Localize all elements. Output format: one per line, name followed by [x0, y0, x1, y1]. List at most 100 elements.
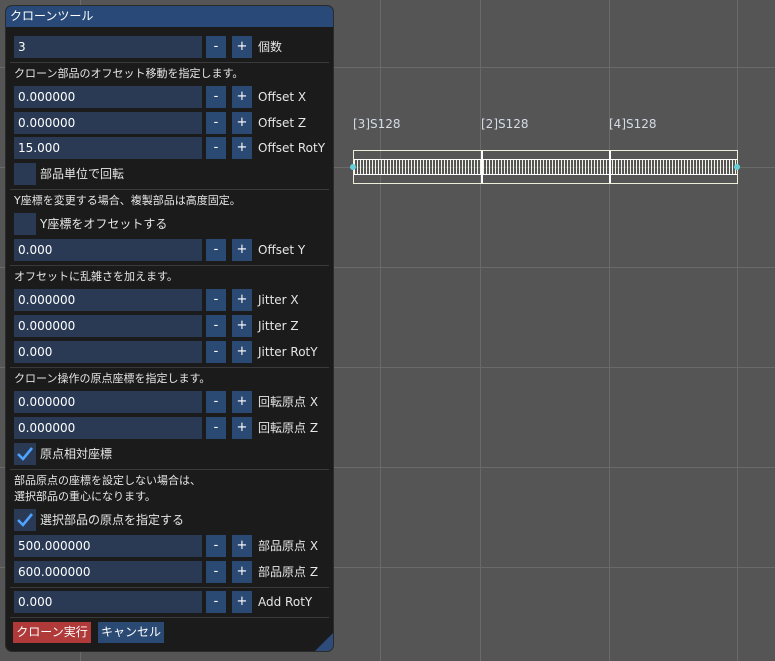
offset-z-increment-button[interactable]: +: [232, 112, 252, 134]
jitter-z-decrement-button[interactable]: -: [206, 315, 226, 337]
part-origin-z-increment-button[interactable]: +: [232, 561, 252, 583]
jitter-z-label: Jitter Z: [258, 319, 299, 333]
rail-track-parts[interactable]: [350, 150, 740, 184]
offset-y-input[interactable]: 0.000: [14, 239, 202, 261]
rot-origin-x-row: 0.000000 - + 回転原点 X: [14, 391, 328, 413]
jitter-roty-increment-button[interactable]: +: [232, 341, 252, 363]
offset-x-increment-button[interactable]: +: [232, 86, 252, 108]
divider: [10, 587, 329, 588]
divider: [10, 265, 329, 266]
rot-origin-z-increment-button[interactable]: +: [232, 417, 252, 439]
add-roty-input[interactable]: 0.000: [14, 591, 202, 613]
offset-roty-increment-button[interactable]: +: [232, 137, 252, 159]
y-section-text: Y座標を変更する場合、複製部品は高度固定。: [14, 194, 241, 207]
part-origin-z-input[interactable]: 600.000000: [14, 561, 202, 583]
count-row: 3 - + 個数: [14, 36, 328, 58]
offset-x-decrement-button[interactable]: -: [206, 86, 226, 108]
add-roty-decrement-button[interactable]: -: [206, 591, 226, 613]
count-increment-button[interactable]: +: [232, 36, 252, 58]
part-origin-x-increment-button[interactable]: +: [232, 535, 252, 557]
offset-roty-decrement-button[interactable]: -: [206, 137, 226, 159]
jitter-z-input[interactable]: 0.000000: [14, 315, 202, 337]
part-label-4: [4]S128: [609, 117, 657, 131]
part-origin-x-label: 部品原点 X: [258, 539, 319, 553]
part-origin-note-line-1: 部品原点の座標を設定しない場合は、: [14, 474, 201, 487]
offset-y-label: Offset Y: [258, 243, 306, 257]
offset-section-text: クローン部品のオフセット移動を指定します。: [14, 67, 244, 80]
cancel-button[interactable]: キャンセル: [98, 622, 164, 643]
add-roty-label: Add RotY: [258, 595, 313, 609]
clone-execute-button[interactable]: クローン実行: [13, 622, 91, 643]
rot-origin-z-input[interactable]: 0.000000: [14, 417, 202, 439]
count-decrement-button[interactable]: -: [206, 36, 226, 58]
offset-roty-label: Offset RotY: [258, 141, 326, 155]
offset-y-row: 0.000 - + Offset Y: [14, 239, 328, 261]
rot-origin-x-increment-button[interactable]: +: [232, 391, 252, 413]
origin-section-text: クローン操作の原点座標を指定します。: [14, 372, 211, 385]
rot-origin-x-decrement-button[interactable]: -: [206, 391, 226, 413]
rot-origin-x-label: 回転原点 X: [258, 395, 319, 409]
offset-z-row: 0.000000 - + Offset Z: [14, 112, 328, 134]
offset-x-input[interactable]: 0.000000: [14, 86, 202, 108]
add-roty-row: 0.000 - + Add RotY: [14, 591, 328, 613]
part-origin-z-row: 600.000000 - + 部品原点 Z: [14, 561, 328, 583]
divider: [10, 62, 329, 63]
count-label: 個数: [258, 40, 283, 54]
part-label-3: [3]S128: [353, 117, 401, 131]
offset-y-checkbox[interactable]: [14, 213, 36, 235]
divider: [10, 367, 329, 368]
offset-roty-input[interactable]: 15.000: [14, 137, 202, 159]
offset-y-increment-button[interactable]: +: [232, 239, 252, 261]
offset-x-row: 0.000000 - + Offset X: [14, 86, 328, 108]
offset-z-label: Offset Z: [258, 116, 307, 130]
checkmark-icon: [17, 513, 34, 527]
jitter-z-increment-button[interactable]: +: [232, 315, 252, 337]
divider: [10, 189, 329, 190]
part-origin-x-input[interactable]: 500.000000: [14, 535, 202, 557]
jitter-x-row: 0.000000 - + Jitter X: [14, 289, 328, 311]
jitter-x-input[interactable]: 0.000000: [14, 289, 202, 311]
part-label-2: [2]S128: [481, 117, 529, 131]
checkmark-icon: [17, 447, 34, 461]
specify-origin-checkbox[interactable]: [14, 509, 36, 531]
origin-relative-checkbox[interactable]: [14, 443, 36, 465]
rot-origin-z-label: 回転原点 Z: [258, 421, 319, 435]
divider: [10, 617, 329, 618]
jitter-z-row: 0.000000 - + Jitter Z: [14, 315, 328, 337]
jitter-section-text: オフセットに乱雑さを加えます。: [14, 270, 178, 283]
add-roty-increment-button[interactable]: +: [232, 591, 252, 613]
track-endpoint: [734, 164, 740, 170]
clone-tool-panel: クローンツール 3 - + 個数 クローン部品のオフセット移動を指定します。 0…: [6, 6, 333, 651]
offset-roty-row: 15.000 - + Offset RotY: [14, 137, 328, 159]
track-joint: [609, 151, 611, 183]
specify-origin-label: 選択部品の原点を指定する: [40, 513, 185, 527]
jitter-roty-input[interactable]: 0.000: [14, 341, 202, 363]
offset-z-decrement-button[interactable]: -: [206, 112, 226, 134]
jitter-x-decrement-button[interactable]: -: [206, 289, 226, 311]
rail-ties: [354, 159, 737, 175]
jitter-roty-row: 0.000 - + Jitter RotY: [14, 341, 328, 363]
part-origin-z-decrement-button[interactable]: -: [206, 561, 226, 583]
track-joint: [481, 151, 483, 183]
rot-origin-x-input[interactable]: 0.000000: [14, 391, 202, 413]
part-origin-z-label: 部品原点 Z: [258, 565, 319, 579]
jitter-roty-label: Jitter RotY: [258, 345, 318, 359]
panel-title[interactable]: クローンツール: [6, 6, 333, 27]
jitter-x-increment-button[interactable]: +: [232, 289, 252, 311]
origin-relative-label: 原点相対座標: [40, 447, 113, 461]
part-origin-x-row: 500.000000 - + 部品原点 X: [14, 535, 328, 557]
part-origin-x-decrement-button[interactable]: -: [206, 535, 226, 557]
offset-x-label: Offset X: [258, 90, 307, 104]
offset-y-toggle-label: Y座標をオフセットする: [40, 217, 168, 231]
offset-y-decrement-button[interactable]: -: [206, 239, 226, 261]
part-origin-note-line-2: 選択部品の重心になります。: [14, 490, 156, 503]
jitter-x-label: Jitter X: [258, 293, 299, 307]
divider: [10, 469, 329, 470]
resize-handle[interactable]: [315, 633, 333, 651]
track-endpoint: [350, 164, 356, 170]
rot-origin-z-decrement-button[interactable]: -: [206, 417, 226, 439]
jitter-roty-decrement-button[interactable]: -: [206, 341, 226, 363]
count-input[interactable]: 3: [14, 36, 202, 58]
offset-z-input[interactable]: 0.000000: [14, 112, 202, 134]
per-part-rotation-checkbox[interactable]: [14, 163, 36, 185]
